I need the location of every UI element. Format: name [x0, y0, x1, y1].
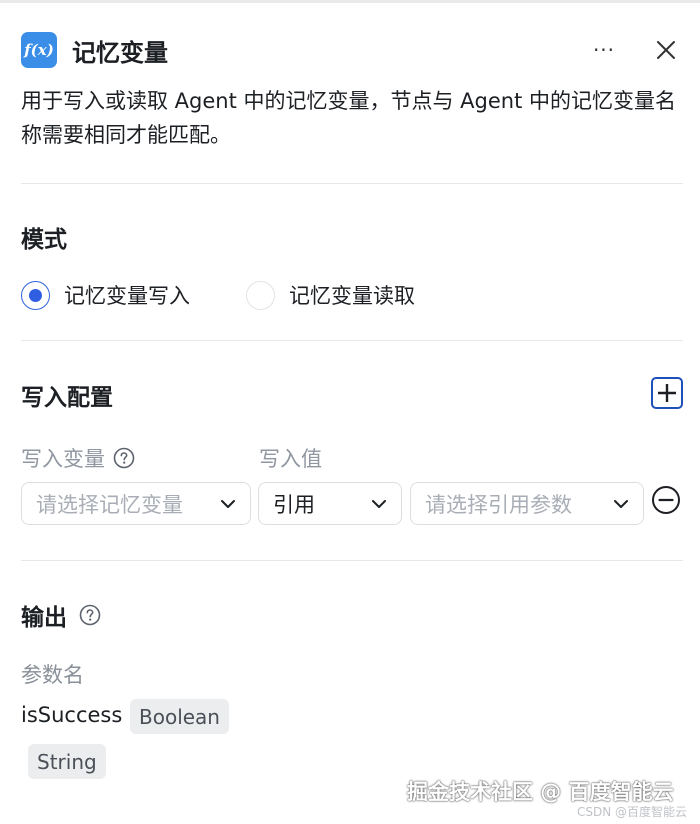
panel-description: 用于写入或读取 Agent 中的记忆变量，节点与 Agent 中的记忆变量名称需…: [21, 89, 677, 147]
help-icon[interactable]: [79, 604, 101, 626]
help-icon[interactable]: [113, 447, 135, 469]
output-param-name: isSuccess: [21, 703, 123, 727]
function-icon-text: f(x): [24, 41, 54, 59]
radio-memory-write-label[interactable]: 记忆变量写入: [64, 280, 190, 310]
chevron-down-icon: [218, 494, 238, 514]
mode-section-title: 模式: [21, 227, 67, 253]
remove-row-button[interactable]: [651, 485, 681, 515]
plus-icon: [658, 384, 676, 402]
chevron-down-icon: [369, 494, 389, 514]
panel-title: 记忆变量: [72, 38, 168, 67]
params-column-label: 参数名: [21, 663, 84, 687]
watermark: 掘金技术社区 @ 百度智能云: [407, 780, 674, 804]
close-icon: [657, 41, 675, 59]
minus-circle-icon: [652, 486, 680, 514]
param-type-badge: Boolean: [130, 699, 229, 734]
write-variable-label-text: 写入变量: [21, 447, 105, 471]
output-title-text: 输出: [21, 605, 67, 631]
function-icon: f(x): [21, 32, 57, 68]
radio-memory-read-label[interactable]: 记忆变量读取: [289, 280, 415, 310]
divider: [21, 340, 683, 341]
value-type-selected: 引用: [273, 492, 315, 517]
reference-param-placeholder: 请选择引用参数: [425, 492, 572, 517]
value-type-select[interactable]: 引用: [258, 482, 402, 525]
chevron-down-icon: [611, 494, 631, 514]
panel-header: f(x) 记忆变量 ···: [21, 31, 683, 69]
close-button[interactable]: [649, 33, 683, 67]
more-icon: ···: [592, 38, 616, 62]
radio-selected-dot: [29, 288, 42, 302]
radio-memory-write[interactable]: [21, 280, 50, 310]
add-write-config-button[interactable]: [651, 377, 683, 409]
divider: [21, 183, 683, 184]
mode-radio-group: 记忆变量写入 记忆变量读取: [21, 279, 415, 311]
write-value-label: 写入值: [259, 447, 322, 471]
write-variable-label: 写入变量: [21, 443, 135, 473]
param-type-badge: String: [28, 744, 106, 779]
more-options-button[interactable]: ···: [587, 33, 621, 67]
memory-variable-select[interactable]: 请选择记忆变量: [21, 482, 251, 525]
top-border: [0, 0, 700, 3]
memory-variable-placeholder: 请选择记忆变量: [36, 492, 183, 517]
output-section-title: 输出: [21, 598, 101, 632]
radio-memory-read[interactable]: [246, 280, 275, 310]
divider: [21, 560, 683, 561]
reference-param-select[interactable]: 请选择引用参数: [410, 482, 644, 525]
watermark-small: CSDN @百度智能云: [577, 805, 688, 819]
write-config-section-title: 写入配置: [21, 385, 113, 411]
